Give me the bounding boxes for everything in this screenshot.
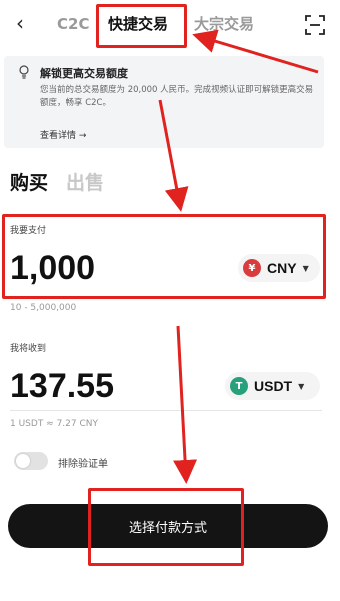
banner-title: 解锁更高交易额度 xyxy=(40,67,128,80)
annotation-arrow-to-button xyxy=(173,325,198,484)
back-arrow-icon[interactable]: ‹ xyxy=(8,12,32,36)
limit-banner: 解锁更高交易额度 您当前的总交易额度为 20,000 人民币。完成视频认证即可解… xyxy=(4,56,324,148)
tab-buy[interactable]: 购买 xyxy=(10,170,48,196)
tab-quick-trade[interactable]: 快捷交易 xyxy=(108,14,168,34)
toggle-knob xyxy=(16,454,30,468)
scan-icon[interactable] xyxy=(304,14,326,36)
chevron-down-icon: ▼ xyxy=(302,263,309,273)
pay-currency-label: CNY xyxy=(267,260,297,276)
view-details-link[interactable]: 查看详情 → xyxy=(40,128,86,141)
lightbulb-icon xyxy=(19,65,29,79)
banner-description: 您当前的总交易额度为 20,000 人民币。完成视频认证即可解锁更高交易额度，畅… xyxy=(40,85,314,108)
select-payment-button[interactable]: 选择付款方式 xyxy=(8,504,328,548)
cny-coin-icon: ¥ xyxy=(243,259,261,277)
pay-amount-input[interactable]: 1,000 xyxy=(10,246,95,290)
receive-currency-select[interactable]: T USDT ▼ xyxy=(225,372,320,400)
pay-currency-select[interactable]: ¥ CNY ▼ xyxy=(238,254,320,282)
pay-label: 我要支付 xyxy=(10,226,47,236)
chevron-down-icon: ▼ xyxy=(298,381,305,391)
divider xyxy=(10,410,322,411)
receive-currency-label: USDT xyxy=(254,378,293,394)
exclude-verification-toggle[interactable] xyxy=(14,452,48,470)
pay-range: 10 - 5,000,000 xyxy=(10,303,77,313)
tab-block-trade[interactable]: 大宗交易 xyxy=(194,14,254,34)
exchange-rate: 1 USDT ≈ 7.27 CNY xyxy=(10,419,98,429)
receive-label: 我将收到 xyxy=(10,344,47,354)
receive-amount[interactable]: 137.55 xyxy=(10,364,114,408)
usdt-coin-icon: T xyxy=(230,377,248,395)
exclude-verification-label: 排除验证单 xyxy=(58,459,108,470)
tab-c2c[interactable]: C2C xyxy=(57,14,89,34)
tab-sell[interactable]: 出售 xyxy=(66,170,104,196)
top-nav: ‹ C2C 快捷交易 大宗交易 xyxy=(0,0,340,50)
